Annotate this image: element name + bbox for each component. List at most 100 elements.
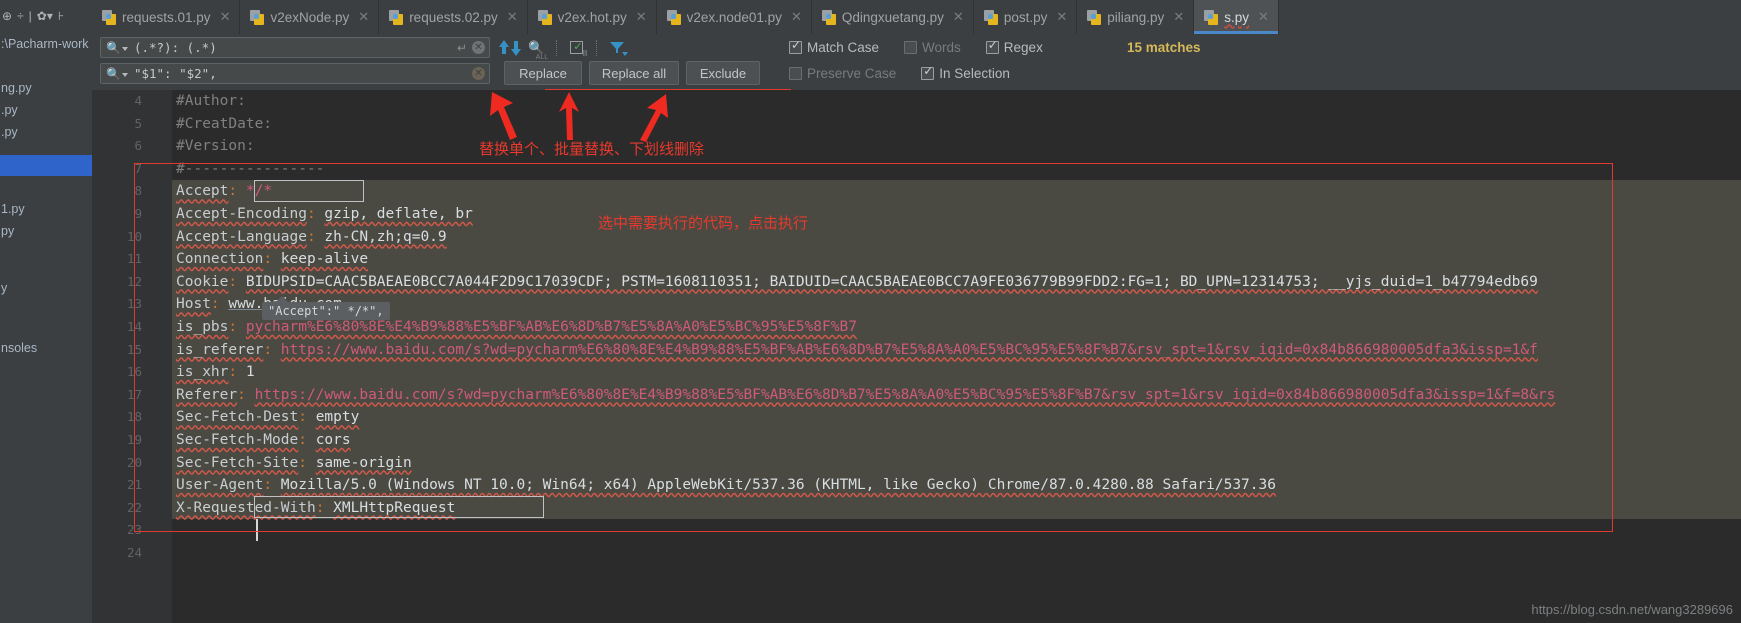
code-line[interactable]: Sec-Fetch-Dest: empty	[172, 406, 359, 429]
checkbox-words[interactable]: Words	[904, 40, 961, 55]
target-icon[interactable]: ⊕	[2, 10, 12, 22]
checkbox-label: Preserve Case	[807, 66, 897, 81]
find-navigation-icons[interactable]: 🔍 ALL ✓ II	[499, 37, 629, 61]
checkbox-regex[interactable]: Regex	[985, 39, 1043, 55]
code-line[interactable]	[172, 542, 176, 565]
code-line[interactable]: is_xhr: 1	[172, 361, 255, 384]
gear-icon[interactable]: ✿▾	[37, 10, 53, 22]
tab-requests-01[interactable]: requests.01.py ✕	[92, 0, 241, 34]
checkbox-label: Match Case	[807, 40, 880, 55]
replace-all-button[interactable]: Replace all	[589, 61, 679, 85]
filter-icon[interactable]	[610, 41, 629, 56]
line-number: 16	[126, 364, 142, 380]
code-line[interactable]: Accept: */*	[172, 180, 272, 203]
tab-requests-02[interactable]: requests.02.py ✕	[379, 0, 528, 34]
tab-post[interactable]: post.py ✕	[973, 0, 1078, 34]
code-line[interactable]: Cookie: BIDUPSID=CAAC5BAEAE0BCC7A044F2D9…	[172, 271, 1538, 294]
code-content[interactable]: #Author: #CreatDate: #Version: #--------…	[172, 90, 1741, 623]
code-line[interactable]: Sec-Fetch-Mode: cors	[172, 429, 351, 452]
find-options-row-1[interactable]: Match Case Words Regex	[789, 39, 1061, 55]
header-value: gzip, deflate, br	[324, 206, 473, 222]
line-number: 5	[134, 115, 142, 131]
clear-search-icon[interactable]: ✕	[472, 41, 485, 54]
code-editor[interactable]: 4 5 6 7 8 9 10 11 12 13 14 15 16 17 18 1…	[92, 90, 1741, 623]
exclude-button[interactable]: Exclude	[686, 61, 760, 85]
list-item[interactable]: y	[0, 278, 92, 299]
pycharm-window: ⊕ ÷ | ✿▾ ⊦ :\Pacharm-work ng.py .py .py …	[0, 0, 1741, 623]
line-number: 4	[134, 93, 142, 108]
tab-v2ex-hot[interactable]: v2ex.hot.py ✕	[527, 0, 657, 34]
replace-button[interactable]: Replace	[504, 61, 582, 85]
close-icon[interactable]: ✕	[358, 9, 369, 25]
project-sidebar[interactable]: ⊕ ÷ | ✿▾ ⊦ :\Pacharm-work ng.py .py .py …	[0, 0, 93, 623]
python-file-icon	[821, 9, 836, 25]
list-item[interactable]: nsoles	[0, 338, 92, 359]
code-line[interactable]: X-Requested-With: XMLHttpRequest	[172, 497, 455, 520]
list-item[interactable]: ng.py	[0, 78, 92, 99]
clear-replace-icon[interactable]: ✕	[472, 67, 485, 80]
checkbox-match-case[interactable]: Match Case	[789, 39, 880, 55]
hide-panel-icon[interactable]: ⊦	[58, 10, 64, 22]
code-line[interactable]: Accept-Encoding: gzip, deflate, br	[172, 203, 473, 226]
find-replace-panel[interactable]: 🔍 (.*?): (.*) ↵ ✕ 🔍 "$1": "$2", ✕ 🔍 ALL ✓…	[92, 34, 1741, 128]
search-input[interactable]: 🔍 (.*?): (.*) ↵ ✕	[100, 37, 490, 58]
replace-input[interactable]: 🔍 "$1": "$2", ✕	[100, 63, 490, 84]
list-item[interactable]: py	[0, 221, 92, 242]
header-value: */*	[245, 183, 273, 200]
header-value: https://www.baidu.com/s?wd=pycharm%E6%80…	[254, 386, 1556, 403]
search-input-value: (.*?): (.*)	[133, 40, 217, 55]
code-line[interactable]: #CreatDate:	[172, 113, 272, 136]
code-line[interactable]: #----------------	[172, 158, 324, 181]
checkbox-preserve-case[interactable]: Preserve Case	[789, 66, 896, 81]
close-icon[interactable]: ✕	[1056, 9, 1067, 25]
tab-v2ex-node01[interactable]: v2ex.node01.py ✕	[656, 0, 812, 34]
code-line[interactable]	[172, 519, 176, 542]
code-line[interactable]: is_referer: https://www.baidu.com/s?wd=p…	[172, 339, 1538, 362]
list-item-selected[interactable]	[0, 155, 92, 176]
code-line[interactable]: Sec-Fetch-Site: same-origin	[172, 452, 412, 475]
tab-qdingxuetang[interactable]: Qdingxuetang.py ✕	[811, 0, 974, 34]
code-folding-strip[interactable]	[160, 90, 172, 623]
close-icon[interactable]: ✕	[791, 9, 802, 25]
find-options-row-2[interactable]: Preserve Case In Selection	[789, 65, 1028, 81]
code-line[interactable]: Referer: https://www.baidu.com/s?wd=pych…	[172, 384, 1555, 407]
line-number: 22	[126, 499, 142, 515]
code-line[interactable]: #Version:	[172, 135, 255, 158]
tab-piliang[interactable]: piliang.py ✕	[1077, 0, 1195, 34]
sidebar-toolbar[interactable]: ⊕ ÷ | ✿▾ ⊦	[0, 0, 92, 32]
header-key: Cookie	[176, 273, 229, 290]
collapse-icon[interactable]: ÷	[17, 10, 24, 22]
header-value: cors	[315, 432, 351, 448]
in-selection-icon[interactable]: ✓ II	[570, 41, 587, 58]
python-file-icon	[102, 9, 116, 25]
close-icon[interactable]: ✕	[1258, 9, 1269, 25]
close-icon[interactable]: ✕	[507, 9, 518, 25]
code-line[interactable]: Connection: keep-alive	[172, 248, 368, 271]
search-icon[interactable]: 🔍	[101, 42, 128, 54]
replace-search-icon[interactable]: 🔍	[101, 68, 128, 80]
list-item[interactable]: .py	[0, 122, 92, 143]
close-icon[interactable]: ✕	[953, 9, 964, 25]
checkbox-box	[789, 67, 802, 80]
annotation-replace-buttons: 替换单个、批量替换、下划线删除	[479, 140, 705, 158]
close-icon[interactable]: ✕	[220, 9, 231, 25]
code-line[interactable]: Accept-Language: zh-CN,zh;q=0.9	[172, 226, 447, 249]
header-key: Referer	[176, 386, 238, 403]
divider-icon: |	[28, 9, 32, 23]
list-item[interactable]: 1.py	[0, 199, 92, 220]
list-item[interactable]: .py	[0, 100, 92, 121]
annotation-run-code: 选中需要执行的代码，点击执行	[598, 214, 809, 232]
code-line[interactable]: User-Agent: Mozilla/5.0 (Windows NT 10.0…	[172, 474, 1276, 497]
close-icon[interactable]: ✕	[1173, 9, 1184, 25]
header-value: same-origin	[315, 454, 412, 471]
tab-s-active[interactable]: s.py ✕	[1194, 0, 1279, 34]
checkbox-in-selection[interactable]: In Selection	[921, 65, 1010, 81]
tab-v2exnode[interactable]: v2exNode.py ✕	[240, 0, 380, 34]
close-icon[interactable]: ✕	[636, 9, 647, 25]
header-key: is_xhr	[176, 364, 229, 381]
code-line[interactable]: #Author:	[172, 90, 246, 113]
line-number: 12	[126, 273, 142, 289]
header-key: Accept	[176, 183, 229, 200]
editor-tab-bar[interactable]: requests.01.py ✕ v2exNode.py ✕ requests.…	[92, 0, 1741, 34]
select-all-occurrences-icon[interactable]: 🔍 ALL	[528, 40, 548, 61]
